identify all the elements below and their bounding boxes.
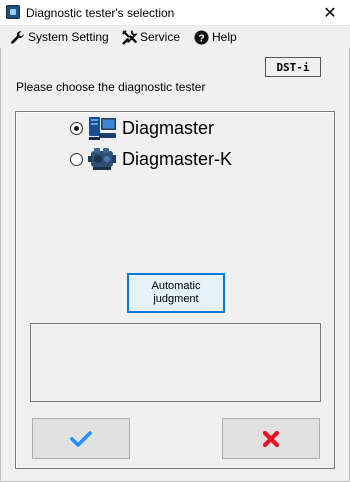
wrench-icon: [11, 30, 24, 44]
menu-help[interactable]: ? Help: [194, 29, 237, 45]
ok-button[interactable]: [32, 418, 130, 459]
menu-label: Help: [212, 30, 237, 44]
engine-icon: [87, 145, 117, 173]
option-label: Diagmaster-K: [122, 148, 233, 169]
radio-diagmaster[interactable]: [70, 121, 83, 135]
message-box: [30, 323, 321, 402]
option-diagmaster-k[interactable]: Diagmaster-K: [70, 145, 232, 173]
checkmark-icon: [70, 430, 92, 447]
help-icon: ?: [194, 29, 209, 45]
radio-diagmaster-k[interactable]: [70, 152, 83, 166]
title-bar: Diagnostic tester's selection ✕: [0, 0, 350, 26]
prompt-text: Please choose the diagnostic tester: [16, 80, 206, 94]
automatic-judgment-button[interactable]: Automatic judgment: [127, 273, 225, 313]
app-icon: [6, 5, 20, 19]
menu-bar: System Setting Service ? Help: [0, 26, 350, 48]
tools-icon: [122, 29, 137, 45]
menu-label: Service: [140, 30, 181, 44]
dst-indicator: DST-i: [265, 57, 321, 77]
svg-text:?: ?: [198, 33, 204, 44]
close-button[interactable]: ✕: [310, 0, 350, 26]
close-x-icon: [262, 430, 280, 447]
window-title: Diagnostic tester's selection: [26, 6, 175, 20]
option-label: Diagmaster: [122, 117, 215, 138]
computer-icon: [87, 114, 117, 142]
cancel-button[interactable]: [222, 418, 320, 459]
menu-label: System Setting: [28, 30, 109, 44]
option-diagmaster[interactable]: Diagmaster: [70, 114, 214, 142]
menu-service[interactable]: Service: [122, 29, 180, 45]
dialog-body: DST-i Please choose the diagnostic teste…: [0, 48, 350, 482]
tester-selection-group: Diagmaster Diagmaster-K Automatic judgme…: [15, 111, 335, 469]
menu-system-setting[interactable]: System Setting: [10, 29, 109, 45]
